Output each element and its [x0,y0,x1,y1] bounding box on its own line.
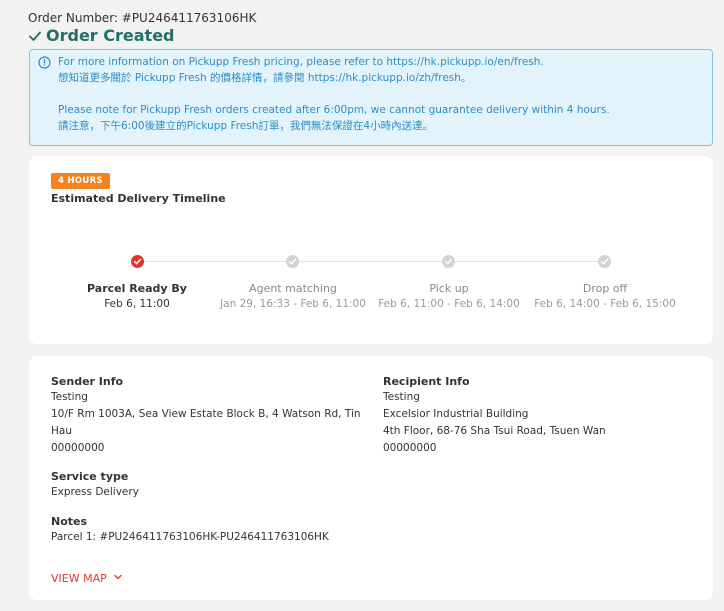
step-label-drop-off: Drop off [582,282,628,295]
checkmark-icon [28,29,42,43]
step-time-drop-off: Feb 6, 14:00 - Feb 6, 15:00 [534,298,676,310]
delivery-timeline-card: 4 HOURS Estimated Delivery Timeline Parc… [29,156,713,344]
service-type-value: Express Delivery [51,486,139,498]
order-details-card: Sender Info Testing 10/F Rm 1003A, Sea V… [29,356,713,600]
step-time-parcel-ready: Feb 6, 11:00 [104,298,170,310]
sender-address-line2: Hau [51,425,72,437]
sender-info: Testing 10/F Rm 1003A, Sea View Estate B… [51,389,361,457]
info-icon [38,56,51,74]
view-map-label: VIEW MAP [51,572,107,585]
sender-name: Testing [51,391,88,403]
notes-value: Parcel 1: #PU246411763106HK-PU2464117631… [51,531,329,543]
notes-label: Notes [51,515,88,528]
info-line-zh-cutoff: 請注意，下午6:00後建立的Pickupp Fresh訂單，我們無法保證在4小時… [58,120,434,132]
recipient-info: Testing Excelsior Industrial Building 4t… [383,389,693,457]
sender-phone: 00000000 [51,442,105,454]
info-line-zh-pricing: 想知道更多關於 Pickupp Fresh 的價格詳情，請參閱 https://… [58,72,472,84]
service-type-label: Service type [51,470,129,483]
step-time-agent-matching: Jan 29, 16:33 - Feb 6, 11:00 [220,298,366,310]
recipient-name: Testing [383,391,420,403]
chevron-down-icon [113,572,123,585]
info-line-en-cutoff: Please note for Pickupp Fresh orders cre… [58,104,610,116]
step-time-pick-up: Feb 6, 11:00 - Feb 6, 14:00 [378,298,520,310]
step-1-checkmark-icon [131,255,144,268]
view-map-button[interactable]: VIEW MAP [51,572,123,585]
timeline-track [137,261,605,262]
step-label-parcel-ready: Parcel Ready By [87,282,187,295]
step-label-pick-up: Pick up [429,282,469,295]
recipient-info-label: Recipient Info [383,375,470,388]
timeline-title: Estimated Delivery Timeline [51,192,226,205]
sender-info-label: Sender Info [51,375,124,388]
step-2-checkmark-icon [286,255,299,268]
step-4-checkmark-icon [598,255,611,268]
step-label-agent-matching: Agent matching [249,282,337,295]
order-status-text: Order Created [46,26,175,45]
step-3-checkmark-icon [442,255,455,268]
recipient-phone: 00000000 [383,442,437,454]
duration-badge: 4 HOURS [51,173,110,189]
order-status: Order Created [28,26,175,45]
sender-address-line1: 10/F Rm 1003A, Sea View Estate Block B, … [51,408,361,420]
order-number: Order Number: #PU246411763106HK [28,11,257,25]
info-notice: For more information on Pickupp Fresh pr… [29,49,713,146]
recipient-address-line2: 4th Floor, 68-76 Sha Tsui Road, Tsuen Wa… [383,425,606,437]
recipient-address-line1: Excelsior Industrial Building [383,408,529,420]
info-line-en-pricing: For more information on Pickupp Fresh pr… [58,56,544,68]
